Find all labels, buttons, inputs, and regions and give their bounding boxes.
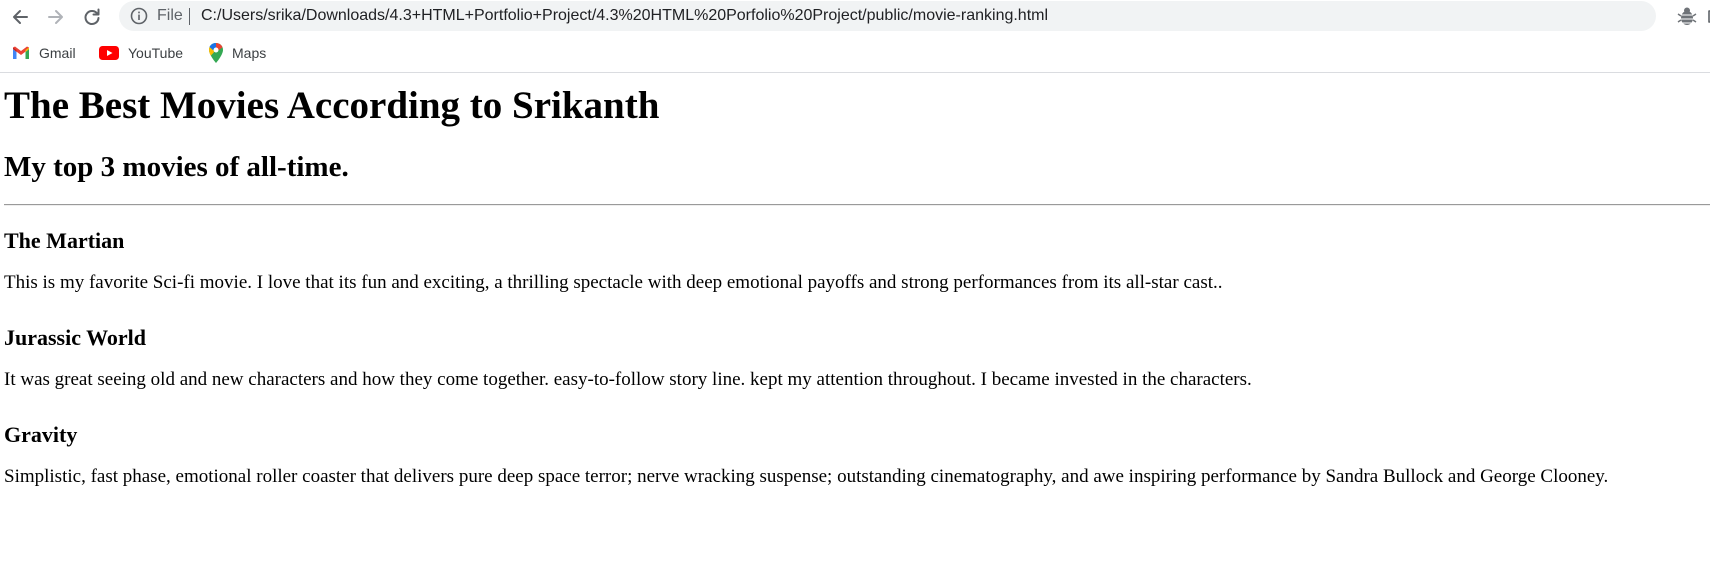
reload-icon <box>84 8 100 25</box>
movie-title: The Martian <box>4 228 125 253</box>
page-subtitle: My top 3 movies of all-time. <box>4 151 349 183</box>
bookmark-gmail[interactable]: Gmail <box>12 42 76 64</box>
movie-description: It was great seeing old and new characte… <box>4 369 1252 390</box>
info-icon[interactable] <box>130 7 148 25</box>
back-button[interactable] <box>8 5 32 29</box>
browser-toolbar: File C:/Users/srika/Downloads/4.3+HTML+P… <box>0 0 1710 34</box>
share-icon[interactable] <box>1705 6 1710 26</box>
bookmark-label: Gmail <box>39 45 76 61</box>
extension-icon[interactable] <box>1676 5 1698 27</box>
bookmark-label: YouTube <box>128 45 184 61</box>
page-content: The Best Movies According to Srikanth My… <box>0 73 1710 567</box>
movie-title: Jurassic World <box>4 325 147 350</box>
reload-button[interactable] <box>80 5 104 29</box>
forward-button[interactable] <box>44 5 68 29</box>
movie-description: This is my favorite Sci-fi movie. I love… <box>4 272 1223 293</box>
gmail-icon <box>13 46 29 59</box>
back-arrow-icon <box>13 10 28 24</box>
horizontal-rule <box>4 204 1710 206</box>
movie-description: Simplistic, fast phase, emotional roller… <box>4 466 1609 487</box>
bookmark-label: Maps <box>232 45 267 61</box>
movie-title: Gravity <box>4 422 78 447</box>
bookmark-youtube[interactable]: YouTube <box>99 42 183 64</box>
youtube-icon <box>99 46 119 60</box>
site-info-chip[interactable]: File <box>157 6 183 26</box>
page-title: The Best Movies According to Srikanth <box>4 84 660 127</box>
bookmarks-bar: Gmail YouTube Maps <box>0 34 1710 73</box>
address-bar[interactable]: File C:/Users/srika/Downloads/4.3+HTML+P… <box>119 1 1710 31</box>
url-text[interactable]: C:/Users/srika/Downloads/4.3+HTML+Portfo… <box>201 6 1048 26</box>
bookmark-maps[interactable]: Maps <box>209 42 266 64</box>
maps-icon <box>209 43 223 63</box>
omnibox-divider <box>189 8 190 25</box>
forward-arrow-icon <box>48 10 63 24</box>
